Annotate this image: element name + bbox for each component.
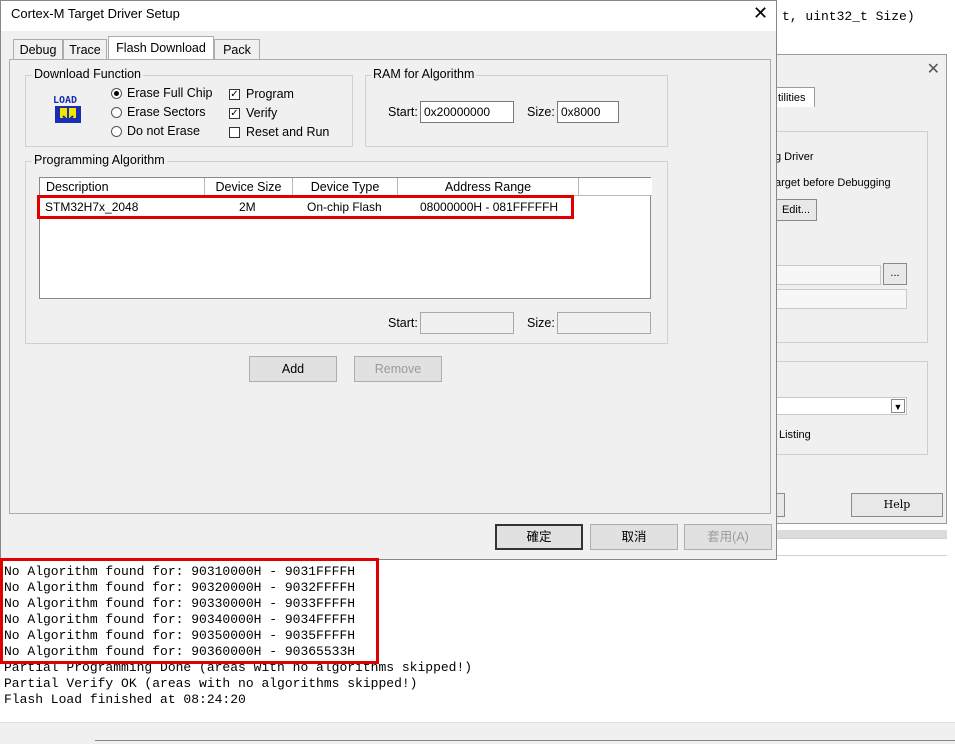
reset-and-run-label[interactable]: Reset and Run	[246, 125, 329, 139]
chevron-down-icon: ▼	[891, 399, 905, 413]
erase-sectors-radio[interactable]	[111, 107, 122, 118]
dialog-title: Cortex-M Target Driver Setup	[11, 6, 180, 21]
background-field-2	[775, 289, 907, 309]
erase-full-chip-label[interactable]: Erase Full Chip	[127, 86, 212, 100]
tab-pack[interactable]: Pack	[214, 39, 260, 59]
background-target-text: arget before Debugging	[775, 177, 891, 189]
column-header-description[interactable]: Description	[40, 178, 205, 196]
ram-size-label: Size:	[527, 105, 555, 119]
title-bar[interactable]: Cortex-M Target Driver Setup ✕	[1, 1, 776, 31]
tab-trace[interactable]: Trace	[63, 39, 107, 59]
cancel-button[interactable]: 取消	[590, 524, 678, 550]
reset-and-run-checkbox[interactable]	[229, 127, 240, 138]
erase-sectors-label[interactable]: Erase Sectors	[127, 105, 206, 119]
highlight-annotation-row	[37, 195, 574, 219]
background-strip-2	[776, 538, 947, 556]
background-close-icon[interactable]: ✕	[927, 59, 940, 79]
download-function-label: Download Function	[32, 67, 144, 81]
background-edit-button[interactable]: Edit...	[775, 199, 817, 221]
verify-label[interactable]: Verify	[246, 106, 277, 120]
algo-start-label: Start:	[388, 316, 418, 330]
algo-size-input[interactable]	[557, 312, 651, 334]
build-output-panel[interactable]: No Algorithm found for: 90310000H - 9031…	[0, 558, 955, 720]
load-icon-label: LOAD	[53, 95, 77, 106]
erase-full-chip-radio[interactable]	[111, 88, 122, 99]
column-header-device-size[interactable]: Device Size	[205, 178, 293, 196]
add-button[interactable]: Add	[249, 356, 337, 382]
load-icon: LOAD	[51, 93, 85, 125]
tab-flash-download[interactable]: Flash Download	[108, 36, 214, 60]
background-browse-button[interactable]: ...	[883, 263, 907, 285]
do-not-erase-label[interactable]: Do not Erase	[127, 124, 200, 138]
ram-start-input[interactable]: 0x20000000	[420, 101, 514, 123]
do-not-erase-radio[interactable]	[111, 126, 122, 137]
background-dropdown[interactable]: ▼	[775, 397, 907, 415]
column-header-empty	[579, 178, 652, 196]
background-path-field[interactable]	[775, 265, 881, 285]
background-dialog: ✕ tilities g Driver arget before Debuggi…	[774, 54, 947, 524]
bottom-divider	[95, 740, 955, 741]
programming-algorithm-label: Programming Algorithm	[32, 153, 167, 167]
ram-for-algorithm-label: RAM for Algorithm	[371, 67, 477, 81]
ram-size-input[interactable]: 0x8000	[557, 101, 619, 123]
apply-button[interactable]: 套用(A)	[684, 524, 772, 550]
program-label[interactable]: Program	[246, 87, 294, 101]
column-header-address-range[interactable]: Address Range	[398, 178, 579, 196]
close-icon[interactable]: ✕	[753, 2, 768, 24]
log-line: Flash Load finished at 08:24:20	[4, 692, 246, 707]
algo-size-label: Size:	[527, 316, 555, 330]
background-strip	[776, 530, 947, 538]
target-driver-setup-dialog: Cortex-M Target Driver Setup ✕ Debug Tra…	[0, 0, 777, 560]
verify-checkbox[interactable]: ✓	[229, 108, 240, 119]
tab-debug[interactable]: Debug	[13, 39, 63, 59]
ok-button[interactable]: 確定	[495, 524, 583, 550]
log-line: Partial Verify OK (areas with no algorit…	[4, 676, 418, 691]
program-checkbox[interactable]: ✓	[229, 89, 240, 100]
algo-start-input[interactable]	[420, 312, 514, 334]
column-header-device-type[interactable]: Device Type	[293, 178, 398, 196]
background-tab-utilities[interactable]: tilities	[775, 87, 815, 107]
background-help-button[interactable]: Help	[851, 493, 943, 517]
highlight-annotation-log	[0, 558, 379, 664]
remove-button[interactable]: Remove	[354, 356, 442, 382]
background-driver-text: g Driver	[775, 151, 814, 163]
background-code-text: t, uint32_t Size)	[782, 9, 915, 24]
background-listing-text: Listing	[779, 429, 811, 441]
ram-start-label: Start:	[388, 105, 418, 119]
